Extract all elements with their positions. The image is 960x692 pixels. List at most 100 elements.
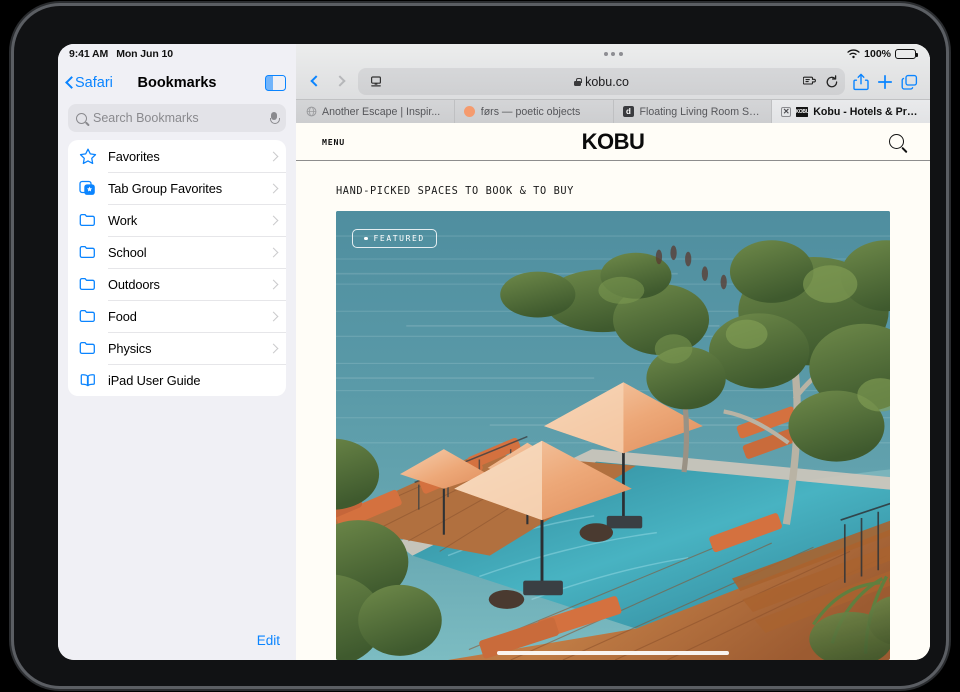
page-tagline: HAND-PICKED SPACES TO BOOK & TO BUY [336,185,574,197]
sidebar-item-work[interactable]: Work [68,204,286,236]
tab-floating-living-room[interactable]: d Floating Living Room Se... [614,100,773,123]
sidebar-item-label: Food [108,308,137,324]
sidebar-item-physics[interactable]: Physics [68,332,286,364]
chevron-right-icon [270,153,277,160]
status-bar: 9:41 AM Mon Jun 10 [58,44,296,64]
book-icon [78,371,98,389]
tab-bar: Another Escape | Inspir... førs — poetic… [296,99,930,123]
letter-d-favicon: d [623,106,635,118]
tab-group-star-icon [78,179,98,197]
search-input[interactable]: Search Bookmarks [68,104,286,132]
extensions-icon[interactable] [803,75,818,88]
url-display: kobu.co [358,75,845,89]
reload-icon[interactable] [825,74,839,89]
hero-section: FEATURED [296,211,930,660]
safari-browser: 100% kobu.co Another Escape | Inspir... … [296,44,930,660]
tab-title: Another Escape | Inspir... [322,105,441,118]
folder-icon [78,339,98,357]
sidebar-item-label: iPad User Guide [108,372,201,388]
sidebar-item-ipad-user-guide[interactable]: iPad User Guide [68,364,286,396]
sidebar-footer: Edit [58,620,296,660]
back-button[interactable] [308,73,325,90]
page-display-menu-icon[interactable] [364,72,388,92]
sidebar-item-label: Tab Group Favorites [108,180,223,196]
search-icon [76,112,87,124]
sidebar-titlebar: Safari Bookmarks [58,64,296,102]
web-page-content: MENU KOBU HAND-PICKED SPACES TO BOOK & T… [296,123,930,660]
folder-icon [78,243,98,261]
sidebar-item-label: School [108,244,147,260]
close-icon[interactable]: ✕ [781,106,792,117]
status-bar-time: 9:41 AM [69,48,109,60]
sidebar-toggle-icon[interactable] [265,75,286,91]
back-button-label: Safari [75,75,113,91]
folder-icon [78,211,98,229]
sidebar-item-tab-group-favorites[interactable]: Tab Group Favorites [68,172,286,204]
tab-kobu[interactable]: ✕ KOBU Kobu - Hotels & Propert... [772,100,930,123]
tab-fors-poetic-objects[interactable]: førs — poetic objects [455,100,614,123]
folder-icon [78,275,98,293]
chevron-right-icon [270,313,277,320]
microphone-icon[interactable] [270,111,280,125]
sidebar-item-label: Physics [108,340,152,356]
url-text: kobu.co [585,74,629,89]
address-bar-actions [803,74,839,89]
sidebar-item-label: Outdoors [108,276,160,292]
hero-image[interactable]: FEATURED [336,211,890,660]
battery-icon [895,48,918,60]
back-to-safari-button[interactable]: Safari [65,75,113,91]
site-search-button[interactable] [889,134,904,149]
share-icon[interactable] [853,73,869,91]
battery-percent-label: 100% [864,48,891,60]
site-logo: KOBU [581,128,645,154]
search-placeholder: Search Bookmarks [93,111,199,125]
sidebar-item-label: Favorites [108,148,160,164]
site-menu-button[interactable]: MENU [322,137,345,147]
tab-another-escape[interactable]: Another Escape | Inspir... [296,100,455,123]
forward-button[interactable] [333,73,350,90]
tab-title: Kobu - Hotels & Propert... [813,105,921,118]
browser-status-bar: 100% [296,44,930,64]
chevron-right-icon [270,249,277,256]
search-icon [889,134,904,149]
status-bar-date: Mon Jun 10 [116,48,173,60]
sidebar-item-label: Work [108,212,138,228]
resort-photo-illustration [336,211,890,660]
chevron-right-icon [270,185,277,192]
featured-badge[interactable]: FEATURED [352,229,437,248]
globe-favicon [305,106,317,118]
kobu-favicon: KOBU [796,106,809,117]
status-indicators: 100% [847,44,918,64]
multitasking-controls-icon[interactable] [603,52,623,56]
wifi-icon [847,49,860,59]
ipad-device-frame: 9:41 AM Mon Jun 10 Safari Bookmarks Sear… [14,6,946,686]
edit-button[interactable]: Edit [257,633,280,648]
dot-icon [364,236,368,241]
browser-chrome: 100% kobu.co Another Escape | Inspir... … [296,44,930,123]
orange-circle-favicon [464,106,476,118]
star-icon [78,147,98,165]
address-bar[interactable]: kobu.co [358,68,845,95]
sidebar-item-favorites[interactable]: Favorites [68,140,286,172]
device-screen: 9:41 AM Mon Jun 10 Safari Bookmarks Sear… [58,44,930,660]
site-header: MENU KOBU [296,123,930,161]
chevron-left-icon [65,76,73,90]
folder-icon [78,307,98,325]
tab-title: førs — poetic objects [480,105,581,118]
plus-icon[interactable] [877,74,893,90]
search-container: Search Bookmarks [58,102,296,140]
home-indicator[interactable] [497,651,729,655]
tab-overview-icon[interactable] [901,74,918,90]
sidebar-item-food[interactable]: Food [68,300,286,332]
chevron-right-icon [270,345,277,352]
bookmarks-list: Favorites Tab Group Favorites Work Schoo… [68,140,286,396]
sidebar-item-school[interactable]: School [68,236,286,268]
sidebar-item-outdoors[interactable]: Outdoors [68,268,286,300]
bookmarks-sidebar: 9:41 AM Mon Jun 10 Safari Bookmarks Sear… [58,44,296,660]
tab-title: Floating Living Room Se... [639,105,763,118]
featured-badge-label: FEATURED [373,234,425,243]
lock-icon [574,77,582,86]
browser-toolbar: kobu.co [296,64,930,99]
chevron-right-icon [270,281,277,288]
chevron-right-icon [270,217,277,224]
